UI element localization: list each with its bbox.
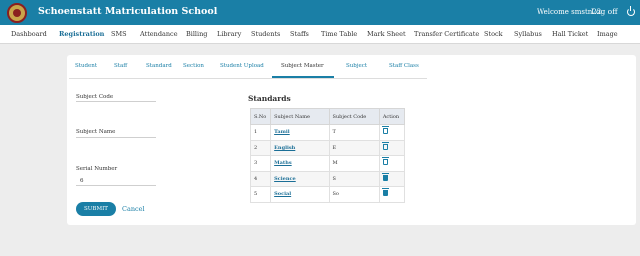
action-cell (378, 139, 406, 156)
action-cell (378, 170, 406, 187)
table-header-row: S.No Subject Name Subject Code Action (249, 108, 406, 125)
subject-code-cell: So (328, 186, 380, 203)
delete-icon[interactable] (381, 188, 389, 197)
nav-item-image[interactable]: Image (597, 30, 618, 38)
sno-cell: 2 (249, 139, 272, 156)
nav-item-attendance[interactable]: Attendance (140, 30, 178, 38)
action-cell (378, 155, 406, 172)
submit-button[interactable]: SUBMIT (76, 202, 116, 216)
nav-item-students[interactable]: Students (251, 30, 280, 38)
nav-item-billing[interactable]: Billing (186, 30, 207, 38)
delete-icon[interactable] (381, 141, 389, 150)
nav-item-sms[interactable]: SMS (111, 30, 127, 38)
nav-item-transfer-certificate[interactable]: Transfer Certificate (414, 30, 479, 38)
sno-cell: 5 (249, 186, 272, 203)
subject-name-input[interactable] (76, 130, 156, 138)
tab-student[interactable]: Student (75, 63, 97, 69)
subject-name-link[interactable]: Social (270, 186, 330, 203)
tab-standard[interactable]: Standard (146, 63, 172, 69)
tab-staff[interactable]: Staff (114, 63, 127, 69)
nav-item-library[interactable]: Library (217, 30, 241, 38)
nav-item-hall-ticket[interactable]: Hall Ticket (552, 30, 588, 38)
table-row: 5 Social So (249, 186, 406, 203)
subject-name-link[interactable]: Tamil (270, 124, 330, 141)
nav-item-dashboard[interactable]: Dashboard (11, 30, 47, 38)
sno-cell: 1 (249, 124, 272, 141)
subject-name-link[interactable]: Maths (270, 155, 330, 172)
standards-title: Standards (248, 94, 291, 103)
tab-subject[interactable]: Subject (346, 63, 367, 69)
school-name: Schoenstatt Matriculation School (38, 6, 218, 17)
table-row: 3 Maths M (249, 155, 406, 172)
subject-code-cell: T (328, 124, 380, 141)
column-header: Action (378, 108, 406, 125)
table-row: 4 Science S (249, 170, 406, 187)
column-header: Subject Code (328, 108, 380, 125)
nav-item-mark-sheet[interactable]: Mark Sheet (367, 30, 406, 38)
school-logo-icon (7, 3, 27, 23)
delete-icon[interactable] (381, 126, 389, 135)
subject-code-cell: E (328, 139, 380, 156)
subject-name-link[interactable]: Science (270, 170, 330, 187)
subject-code-cell: M (328, 155, 380, 172)
sno-cell: 4 (249, 170, 272, 187)
nav-item-stock[interactable]: Stock (484, 30, 503, 38)
serial-number-input[interactable]: 6 (76, 178, 156, 186)
action-cell (378, 186, 406, 203)
sno-cell: 3 (249, 155, 272, 172)
subject-name-link[interactable]: English (270, 139, 330, 156)
cancel-link[interactable]: Cancel (122, 205, 145, 213)
tab-student-upload[interactable]: Student Upload (220, 63, 264, 69)
table-row: 1 Tamil T (249, 124, 406, 141)
table-row: 2 English E (249, 139, 406, 156)
column-header: Subject Name (270, 108, 330, 125)
delete-icon[interactable] (381, 172, 389, 181)
subjects-table: S.No Subject Name Subject Code Action 1 … (249, 108, 406, 203)
tab-staff-class[interactable]: Staff Class (389, 63, 419, 69)
nav-item-registration[interactable]: Registration (59, 30, 104, 38)
logoff-link[interactable]: Log off (591, 7, 618, 16)
nav-item-staffs[interactable]: Staffs (290, 30, 309, 38)
nav-item-time-table[interactable]: Time Table (321, 30, 357, 38)
main-nav: Dashboard Registration SMS Attendance Bi… (0, 25, 640, 44)
serial-number-label: Serial Number (76, 166, 118, 172)
tab-subject-master[interactable]: Subject Master (281, 63, 324, 69)
tab-section[interactable]: Section (183, 63, 204, 69)
subject-code-input[interactable] (76, 94, 156, 102)
delete-icon[interactable] (381, 157, 389, 166)
subject-code-cell: S (328, 170, 380, 187)
column-header: S.No (249, 108, 272, 125)
top-bar: Schoenstatt Matriculation School Welcome… (0, 0, 640, 25)
action-cell (378, 124, 406, 141)
nav-item-syllabus[interactable]: Syllabus (514, 30, 542, 38)
active-tab-indicator (272, 76, 334, 78)
power-icon[interactable] (627, 6, 635, 16)
